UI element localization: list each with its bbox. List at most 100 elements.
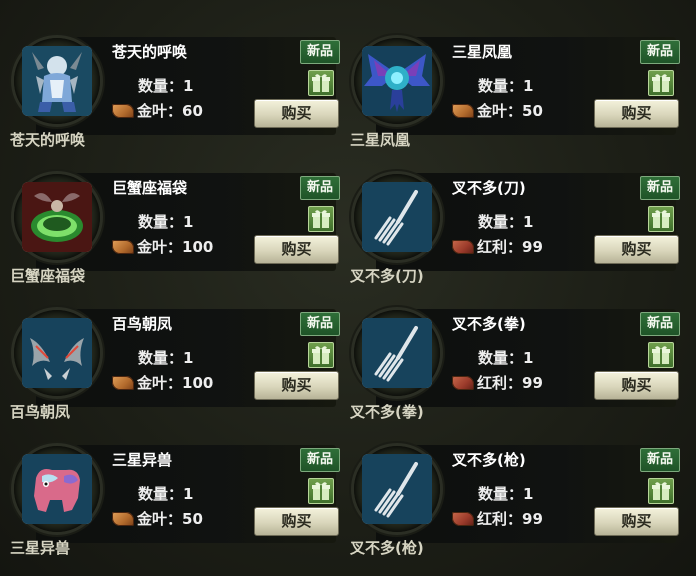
price-separator: ： bbox=[507, 510, 523, 528]
gold-leaf-icon bbox=[112, 375, 134, 390]
item-price: 金叶： 50 bbox=[112, 508, 203, 529]
price-value: 50 bbox=[182, 509, 203, 528]
price-value: 50 bbox=[522, 101, 543, 120]
item-title: 巨蟹座福袋 bbox=[112, 179, 188, 197]
item-price: 红利： 99 bbox=[452, 508, 543, 529]
gold-leaf-icon bbox=[112, 103, 134, 118]
shop-card: 苍天的呼唤 数量：1 金叶： 60 购买 新品 苍天的呼唤 bbox=[0, 10, 340, 149]
currency-name: 金叶 bbox=[137, 102, 168, 120]
fork-icon[interactable] bbox=[362, 318, 432, 388]
price-value: 100 bbox=[182, 373, 214, 392]
buy-button[interactable]: 购买 bbox=[254, 99, 339, 128]
shop-card: 三星凤凰 数量：1 金叶： 50 购买 新品 三星凤凰 bbox=[340, 10, 680, 149]
gift-icon[interactable] bbox=[308, 206, 334, 232]
new-badge: 新品 bbox=[300, 176, 340, 200]
item-price: 金叶： 100 bbox=[112, 236, 213, 257]
blue-phoenix-icon[interactable] bbox=[362, 46, 432, 116]
price-value: 99 bbox=[522, 237, 543, 256]
buy-button[interactable]: 购买 bbox=[254, 371, 339, 400]
price-value: 100 bbox=[182, 237, 214, 256]
new-badge: 新品 bbox=[640, 176, 680, 200]
price-value: 99 bbox=[522, 509, 543, 528]
price-separator: ： bbox=[167, 374, 183, 392]
currency-name: 金叶 bbox=[137, 510, 168, 528]
new-badge: 新品 bbox=[640, 312, 680, 336]
armored-warrior-icon[interactable] bbox=[22, 46, 92, 116]
fork-icon[interactable] bbox=[362, 454, 432, 524]
new-badge: 新品 bbox=[300, 312, 340, 336]
quantity-label: 数量： bbox=[138, 213, 184, 231]
quantity-label: 数量： bbox=[138, 77, 184, 95]
item-quantity: 数量：1 bbox=[138, 211, 193, 232]
gift-icon[interactable] bbox=[648, 70, 674, 96]
buy-button[interactable]: 购买 bbox=[594, 99, 679, 128]
price-separator: ： bbox=[167, 510, 183, 528]
new-badge: 新品 bbox=[640, 40, 680, 64]
quantity-label: 数量： bbox=[478, 349, 524, 367]
quantity-value: 1 bbox=[183, 213, 194, 231]
bird-wings-icon[interactable] bbox=[22, 318, 92, 388]
gold-leaf-icon bbox=[112, 511, 134, 526]
shop-card: 巨蟹座福袋 数量：1 金叶： 100 购买 新品 巨蟹座福袋 bbox=[0, 146, 340, 285]
item-price: 红利： 99 bbox=[452, 372, 543, 393]
item-title: 百鸟朝凤 bbox=[112, 315, 173, 333]
buy-button[interactable]: 购买 bbox=[254, 235, 339, 264]
item-title: 三星凤凰 bbox=[452, 43, 513, 61]
price-separator: ： bbox=[507, 102, 523, 120]
bonus-coupon-icon bbox=[452, 511, 474, 526]
item-quantity: 数量：1 bbox=[478, 75, 533, 96]
quantity-value: 1 bbox=[523, 485, 534, 503]
bonus-coupon-icon bbox=[452, 375, 474, 390]
gift-icon[interactable] bbox=[308, 70, 334, 96]
shop-card: 三星异兽 数量：1 金叶： 50 购买 新品 三星异兽 bbox=[0, 418, 340, 557]
quantity-label: 数量： bbox=[138, 349, 184, 367]
gift-icon[interactable] bbox=[648, 206, 674, 232]
currency-name: 红利 bbox=[477, 238, 508, 256]
gift-icon[interactable] bbox=[308, 342, 334, 368]
gift-icon[interactable] bbox=[648, 342, 674, 368]
fork-icon[interactable] bbox=[362, 182, 432, 252]
shop-card: 百鸟朝凤 数量：1 金叶： 100 购买 新品 百鸟朝凤 bbox=[0, 282, 340, 421]
pink-beast-icon[interactable] bbox=[22, 454, 92, 524]
currency-name: 金叶 bbox=[137, 374, 168, 392]
currency-name: 红利 bbox=[477, 374, 508, 392]
gold-leaf-icon bbox=[452, 103, 474, 118]
item-quantity: 数量：1 bbox=[138, 347, 193, 368]
item-title: 苍天的呼唤 bbox=[112, 43, 188, 61]
bonus-coupon-icon bbox=[452, 239, 474, 254]
buy-button[interactable]: 购买 bbox=[594, 507, 679, 536]
item-label: 叉不多(枪) bbox=[350, 539, 424, 557]
buy-button[interactable]: 购买 bbox=[594, 371, 679, 400]
item-label: 三星异兽 bbox=[10, 539, 71, 557]
item-title: 叉不多(刀) bbox=[452, 179, 526, 197]
item-quantity: 数量：1 bbox=[138, 75, 193, 96]
item-quantity: 数量：1 bbox=[478, 347, 533, 368]
new-badge: 新品 bbox=[300, 40, 340, 64]
currency-name: 红利 bbox=[477, 510, 508, 528]
quantity-label: 数量： bbox=[478, 485, 524, 503]
gift-icon[interactable] bbox=[648, 478, 674, 504]
item-price: 金叶： 100 bbox=[112, 372, 213, 393]
buy-button[interactable]: 购买 bbox=[594, 235, 679, 264]
price-separator: ： bbox=[507, 374, 523, 392]
shop-card: 叉不多(拳) 数量：1 红利： 99 购买 新品 叉不多(拳) bbox=[340, 282, 680, 421]
currency-name: 金叶 bbox=[477, 102, 508, 120]
gold-leaf-icon bbox=[112, 239, 134, 254]
item-title: 叉不多(拳) bbox=[452, 315, 526, 333]
cancer-lucky-bag-icon[interactable] bbox=[22, 182, 92, 252]
quantity-label: 数量： bbox=[138, 485, 184, 503]
price-value: 99 bbox=[522, 373, 543, 392]
price-separator: ： bbox=[167, 238, 183, 256]
shop-card: 叉不多(刀) 数量：1 红利： 99 购买 新品 叉不多(刀) bbox=[340, 146, 680, 285]
buy-button[interactable]: 购买 bbox=[254, 507, 339, 536]
item-quantity: 数量：1 bbox=[478, 483, 533, 504]
shop-card: 叉不多(枪) 数量：1 红利： 99 购买 新品 叉不多(枪) bbox=[340, 418, 680, 557]
gift-icon[interactable] bbox=[308, 478, 334, 504]
item-title: 叉不多(枪) bbox=[452, 451, 526, 469]
item-price: 红利： 99 bbox=[452, 236, 543, 257]
item-price: 金叶： 50 bbox=[452, 100, 543, 121]
item-price: 金叶： 60 bbox=[112, 100, 203, 121]
new-badge: 新品 bbox=[640, 448, 680, 472]
quantity-value: 1 bbox=[523, 213, 534, 231]
price-value: 60 bbox=[182, 101, 203, 120]
